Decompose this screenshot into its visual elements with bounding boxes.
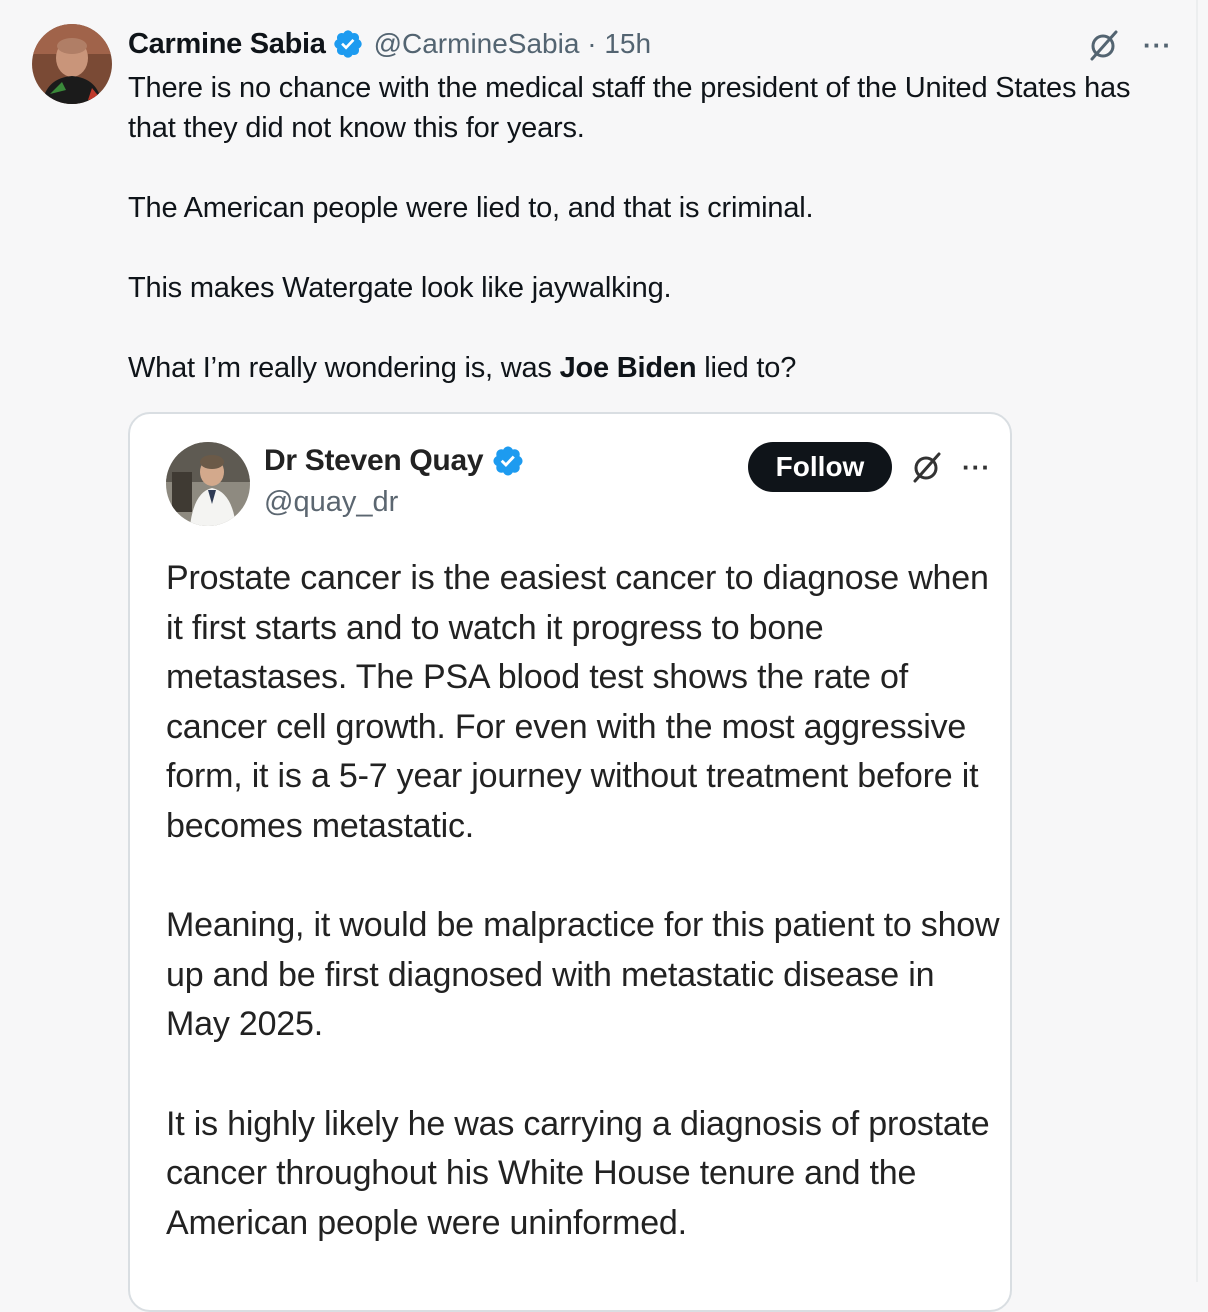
tweet-header: Carmine Sabia @CarmineSabia · 15h: [128, 24, 651, 64]
more-icon[interactable]: ···: [1143, 32, 1172, 58]
quoted-paragraph: It is highly likely he was carrying a di…: [166, 1104, 990, 1242]
quoted-tweet-card[interactable]: Dr Steven Quay @quay_dr Follow ··· Prost…: [128, 412, 1012, 1312]
tweet-paragraph: The American people were lied to, and th…: [128, 192, 814, 224]
verified-badge-icon: [493, 446, 523, 476]
column-divider: [1196, 0, 1198, 1282]
quoted-actions: ···: [910, 450, 991, 484]
grok-icon[interactable]: [1087, 28, 1121, 62]
more-icon[interactable]: ···: [962, 454, 991, 480]
timestamp[interactable]: 15h: [604, 28, 651, 59]
author-name[interactable]: Carmine Sabia: [128, 28, 326, 61]
text-run: What I’m really wondering is, was: [128, 352, 560, 384]
author-handle: @CarmineSabia · 15h: [374, 28, 651, 60]
grok-icon[interactable]: [910, 450, 944, 484]
quoted-paragraph: Prostate cancer is the easiest cancer to…: [166, 559, 989, 845]
quoted-handle[interactable]: @quay_dr: [264, 486, 398, 519]
quoted-name-row: Dr Steven Quay: [264, 444, 525, 478]
dot-separator: ·: [587, 28, 597, 59]
avatar[interactable]: [32, 24, 112, 104]
tweet-paragraph: This makes Watergate look like jaywalkin…: [128, 272, 672, 304]
follow-button[interactable]: Follow: [748, 442, 892, 492]
verified-badge-icon: [333, 30, 362, 58]
quoted-paragraph: Meaning, it would be malpractice for thi…: [166, 906, 1000, 1044]
bold-mention: Joe Biden: [559, 352, 697, 384]
tweet-actions: ···: [1087, 28, 1172, 62]
quoted-tweet-text: Prostate cancer is the easiest cancer to…: [166, 554, 1006, 1248]
text-run: lied to?: [696, 352, 797, 384]
quoted-avatar[interactable]: [166, 442, 250, 526]
tweet-paragraph: There is no chance with the medical staf…: [128, 72, 1131, 144]
quoted-author-name[interactable]: Dr Steven Quay: [264, 444, 484, 478]
tweet-text: There is no chance with the medical staf…: [128, 68, 1178, 388]
handle[interactable]: @CarmineSabia: [374, 28, 580, 59]
tweet-paragraph: What I’m really wondering is, was Joe Bi…: [128, 348, 1178, 388]
